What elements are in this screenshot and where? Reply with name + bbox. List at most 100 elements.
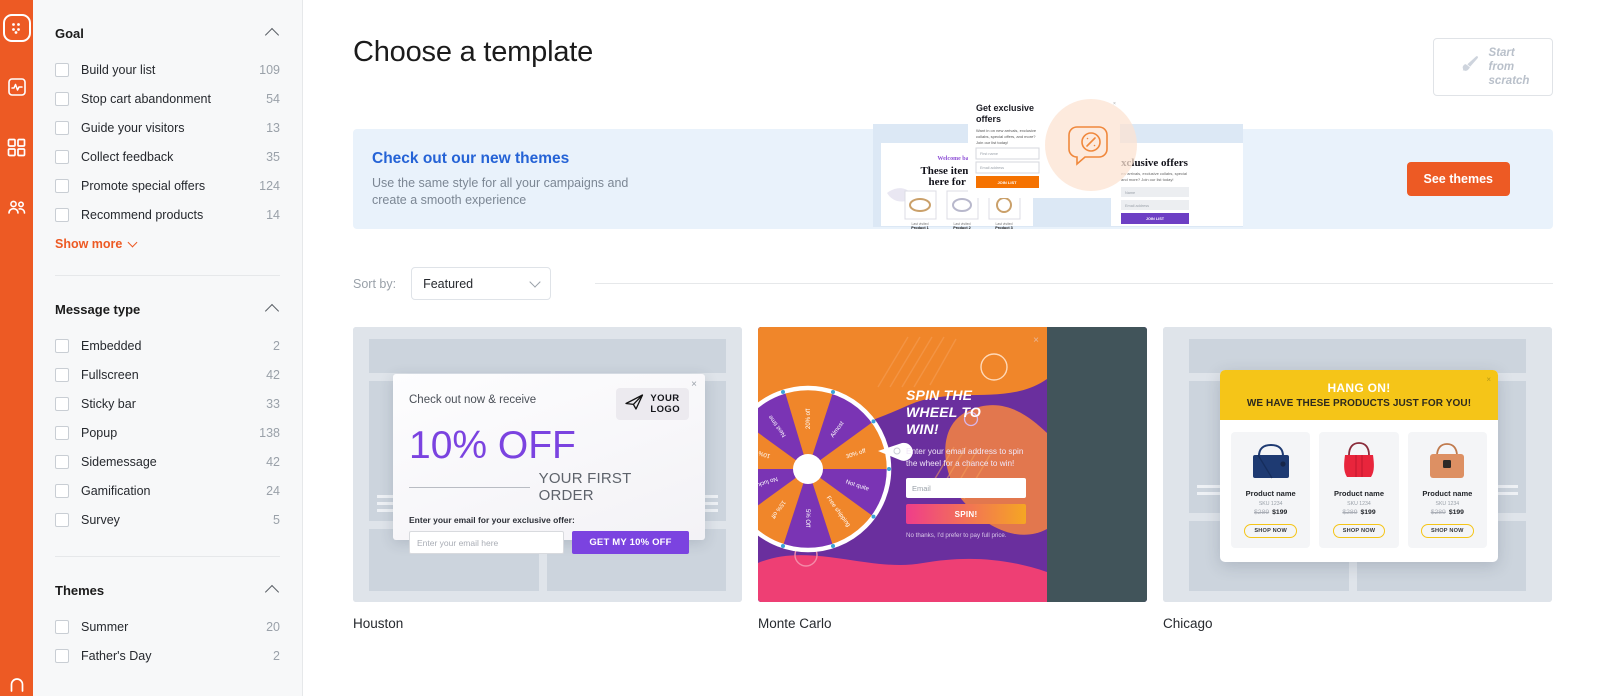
sort-select[interactable]: Featured — [411, 267, 552, 300]
facet-option-collect-feedback[interactable]: Collect feedback 35 — [55, 142, 280, 171]
start-from-scratch-button[interactable]: Start from scratch — [1433, 38, 1553, 96]
template-card-houston[interactable]: × Check out now & receive YOUR LOGO 10% … — [353, 327, 742, 631]
facet-option-guide-your-visitors[interactable]: Guide your visitors 13 — [55, 113, 280, 142]
chevron-up-icon[interactable] — [266, 29, 280, 38]
template-preview[interactable]: × HANG ON! WE HAVE THESE PRODUCTS JUST F… — [1163, 327, 1552, 602]
chevron-up-icon[interactable] — [266, 586, 280, 595]
facet-option-stop-cart-abandonment[interactable]: Stop cart abandonment 54 — [55, 84, 280, 113]
template-name: Monte Carlo — [758, 616, 832, 631]
svg-text:Product 2: Product 2 — [953, 226, 971, 230]
mc-headline-line-1: SPIN THE — [906, 387, 973, 403]
template-preview[interactable]: 20% off Almost 30% off Not quite Free sh… — [758, 327, 1147, 602]
facet-option-label: Promote special offers — [81, 178, 206, 193]
facet-option-sticky-bar[interactable]: Sticky bar 33 — [55, 389, 280, 418]
facet-option-label: Popup — [81, 425, 118, 440]
see-themes-button[interactable]: See themes — [1406, 162, 1510, 196]
monte-carlo-decline-link[interactable]: No thanks, I'd prefer to pay full price. — [906, 532, 1026, 539]
checkbox[interactable] — [55, 425, 69, 440]
facet-option-fullscreen[interactable]: Fullscreen 42 — [55, 360, 280, 389]
rail-item-analytics[interactable] — [2, 72, 32, 102]
close-icon[interactable]: × — [1486, 375, 1491, 384]
checkbox[interactable] — [55, 207, 69, 222]
chicago-shop-now-button[interactable]: SHOP NOW — [1421, 524, 1474, 538]
checkbox[interactable] — [55, 367, 69, 382]
chicago-product-price: $289 $199 — [1342, 509, 1375, 516]
facet-themes-header[interactable]: Themes — [55, 583, 280, 598]
monte-carlo-spin-button[interactable]: SPIN! — [906, 504, 1026, 524]
facet-option-popup[interactable]: Popup 138 — [55, 418, 280, 447]
close-icon[interactable]: × — [1033, 335, 1039, 346]
facet-option-embedded[interactable]: Embedded 2 — [55, 331, 280, 360]
svg-text:JOIN LIST: JOIN LIST — [997, 180, 1017, 185]
chevron-up-icon[interactable] — [266, 305, 280, 314]
chicago-shop-now-button[interactable]: SHOP NOW — [1332, 524, 1386, 538]
show-more-button[interactable]: Show more — [55, 237, 138, 251]
chicago-product-item[interactable]: Product name SKU 1234 $289 $199 SHOP NOW — [1407, 432, 1487, 548]
checkbox[interactable] — [55, 62, 69, 77]
checkbox[interactable] — [55, 178, 69, 193]
svg-text:Email address: Email address — [980, 166, 1004, 170]
checkbox[interactable] — [55, 396, 69, 411]
facet-option-fathers-day[interactable]: Father's Day 2 — [55, 641, 280, 670]
checkbox[interactable] — [55, 619, 69, 634]
facet-option-promote-special-offers[interactable]: Promote special offers 124 — [55, 171, 280, 200]
facet-option-summer[interactable]: Summer 20 — [55, 612, 280, 641]
svg-text:Join our list today!: Join our list today! — [976, 140, 1008, 145]
houston-email-input[interactable]: Enter your email here — [409, 531, 564, 554]
checkbox[interactable] — [55, 338, 69, 353]
facet-option-count: 42 — [266, 454, 280, 469]
close-icon[interactable]: × — [691, 379, 697, 390]
template-preview[interactable]: × Check out now & receive YOUR LOGO 10% … — [353, 327, 742, 602]
monte-carlo-body: Enter your email address to spin the whe… — [906, 447, 1024, 468]
checkbox[interactable] — [55, 454, 69, 469]
checkbox[interactable] — [55, 648, 69, 663]
scratch-line-1: Start — [1488, 47, 1515, 59]
scratch-line-2: from — [1488, 61, 1515, 73]
checkbox[interactable] — [55, 91, 69, 106]
monte-carlo-headline: SPIN THE WHEEL TO WIN! — [906, 387, 1026, 438]
template-card-monte-carlo[interactable]: 20% off Almost 30% off Not quite Free sh… — [758, 327, 1147, 631]
checkbox[interactable] — [55, 512, 69, 527]
rail-item-campaigns[interactable] — [2, 14, 31, 42]
chicago-product-item[interactable]: Product name SKU 1234 $289 $199 SHOP NOW — [1319, 432, 1399, 548]
checkbox[interactable] — [55, 483, 69, 498]
mc-headline-line-2: WHEEL TO — [906, 404, 981, 420]
facet-option-recommend-products[interactable]: Recommend products 14 — [55, 200, 280, 229]
houston-headline: 10% OFF — [409, 424, 576, 467]
checkbox[interactable] — [55, 120, 69, 135]
handbag-icon — [1333, 440, 1385, 482]
rail-item-dashboard[interactable] — [2, 132, 32, 162]
facet-option-gamification[interactable]: Gamification 24 — [55, 476, 280, 505]
monte-carlo-canvas: 20% off Almost 30% off Not quite Free sh… — [758, 327, 1147, 602]
svg-text:Name: Name — [1125, 191, 1135, 195]
chicago-header: × HANG ON! WE HAVE THESE PRODUCTS JUST F… — [1220, 370, 1498, 420]
houston-submit-button[interactable]: GET MY 10% OFF — [572, 531, 689, 554]
chicago-popup: × HANG ON! WE HAVE THESE PRODUCTS JUST F… — [1220, 370, 1498, 562]
template-grid: × Check out now & receive YOUR LOGO 10% … — [353, 327, 1553, 631]
facet-message-type-header[interactable]: Message type — [55, 302, 280, 317]
facet-option-label: Guide your visitors — [81, 120, 185, 135]
banner-subtitle-line-2: create a smooth experience — [372, 192, 527, 207]
rail-item-notifications[interactable] — [0, 675, 33, 696]
start-from-scratch-label: Start from scratch — [1489, 46, 1530, 88]
houston-logo: YOUR LOGO — [616, 388, 689, 420]
chicago-product-item[interactable]: Product name SKU 1234 $289 $199 SHOP NOW — [1231, 432, 1311, 548]
checkbox[interactable] — [55, 149, 69, 164]
facet-option-sidemessage[interactable]: Sidemessage 42 — [55, 447, 280, 476]
chicago-new-price: $199 — [1448, 509, 1464, 516]
facet-option-label: Summer — [81, 619, 129, 634]
facet-option-build-your-list[interactable]: Build your list 109 — [55, 55, 280, 84]
chicago-old-price: $289 — [1254, 509, 1270, 516]
chicago-shop-now-button[interactable]: SHOP NOW — [1244, 524, 1297, 538]
monte-carlo-email-input[interactable]: Email — [906, 478, 1026, 498]
rail-item-audience[interactable] — [2, 192, 32, 222]
filter-sidebar: Goal Build your list 109 Stop cart aband… — [33, 0, 303, 696]
banner-subtitle: Use the same style for all your campaign… — [372, 175, 773, 209]
app-root: Goal Build your list 109 Stop cart aband… — [0, 0, 1600, 696]
facet-goal-header[interactable]: Goal — [55, 26, 280, 41]
themes-promo-banner: Check out our new themes Use the same st… — [353, 95, 1553, 230]
chicago-old-price: $289 — [1430, 509, 1446, 516]
template-card-chicago[interactable]: × HANG ON! WE HAVE THESE PRODUCTS JUST F… — [1163, 327, 1552, 631]
facet-option-survey[interactable]: Survey 5 — [55, 505, 280, 534]
facet-option-count: 124 — [259, 178, 280, 193]
